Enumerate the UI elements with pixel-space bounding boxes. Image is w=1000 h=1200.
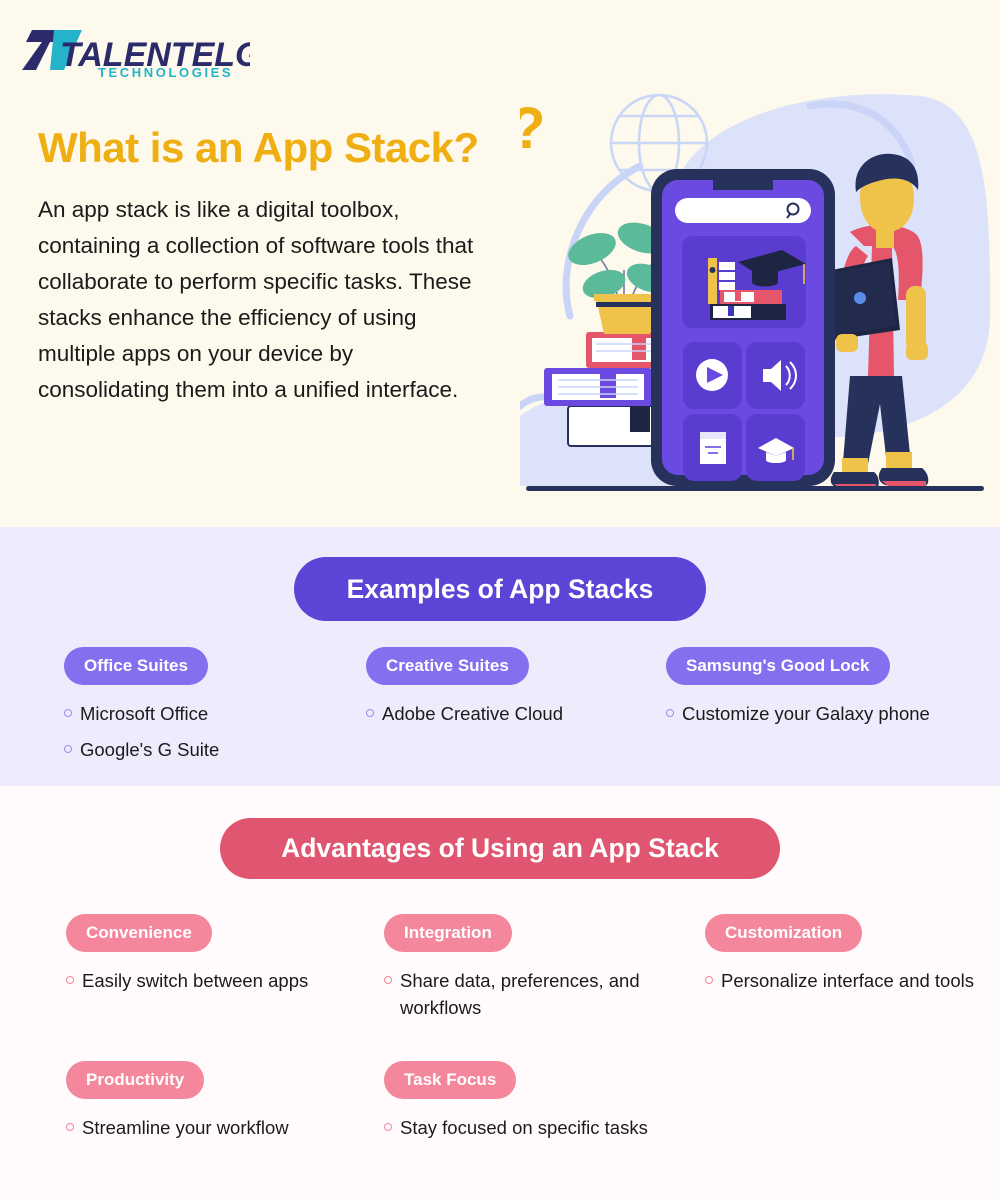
example-list-2: Customize your Galaxy phone — [666, 700, 966, 727]
advantage-column-customization: Customization Personalize interface and … — [705, 914, 995, 1003]
bullet-ring-icon — [66, 1123, 74, 1131]
advantage-label-2: Customization — [705, 914, 863, 952]
bullet-ring-icon — [666, 709, 674, 717]
logo-icon: TALENTELGIA TECHNOLOGIES — [22, 30, 295, 80]
hero-description: An app stack is like a digital toolbox, … — [38, 197, 474, 402]
page-title: What is an App Stack? — [38, 124, 479, 171]
advantage-list-3: Streamline your workflow — [66, 1114, 366, 1141]
bullet-ring-icon — [64, 745, 72, 753]
list-item-text: Personalize interface and tools — [721, 970, 974, 991]
bullet-ring-icon — [705, 976, 713, 984]
list-item: Easily switch between apps — [66, 967, 366, 994]
app-tile-play[interactable] — [683, 342, 742, 409]
search-bar[interactable] — [675, 198, 811, 223]
list-item: Personalize interface and tools — [705, 967, 995, 994]
list-item: Stay focused on specific tasks — [384, 1114, 684, 1141]
bullet-ring-icon — [366, 709, 374, 717]
app-tile-document[interactable] — [683, 414, 742, 481]
example-label-1: Creative Suites — [366, 647, 529, 685]
list-item-text: Adobe Creative Cloud — [382, 703, 563, 724]
list-item-text: Customize your Galaxy phone — [682, 703, 930, 724]
advantage-column-productivity: Productivity Streamline your workflow — [66, 1061, 366, 1150]
app-tile-speaker[interactable] — [746, 342, 805, 409]
list-item-text: Easily switch between apps — [82, 970, 309, 991]
list-item: Adobe Creative Cloud — [366, 700, 656, 727]
example-column-creative-suites: Creative Suites Adobe Creative Cloud — [366, 647, 656, 736]
brand-tagline: TECHNOLOGIES — [98, 65, 233, 78]
advantage-column-integration: Integration Share data, preferences, and… — [384, 914, 684, 1030]
featured-card[interactable] — [682, 236, 806, 328]
ground-line — [526, 486, 984, 491]
app-tile-graduation-cap[interactable] — [746, 414, 805, 481]
example-column-office-suites: Office Suites Microsoft Office Google's … — [64, 647, 354, 772]
brand-logo[interactable]: TALENTELGIA TECHNOLOGIES — [20, 22, 295, 80]
example-label-0: Office Suites — [64, 647, 208, 685]
advantage-list-4: Stay focused on specific tasks — [384, 1114, 684, 1141]
list-item-text: Streamline your workflow — [82, 1117, 289, 1138]
hero-illustration: ? — [510, 86, 990, 498]
list-item: Customize your Galaxy phone — [666, 700, 966, 727]
bullet-ring-icon — [384, 976, 392, 984]
advantage-list-0: Easily switch between apps — [66, 967, 366, 994]
smartphone — [651, 169, 835, 486]
list-item-text: Google's G Suite — [80, 739, 220, 760]
example-label-2: Samsung's Good Lock — [666, 647, 890, 685]
example-column-samsung-good-lock: Samsung's Good Lock Customize your Galax… — [666, 647, 966, 736]
advantage-column-convenience: Convenience Easily switch between apps — [66, 914, 366, 1003]
question-mark-icon: ? — [520, 96, 545, 161]
advantage-label-4: Task Focus — [384, 1061, 517, 1099]
list-item: Google's G Suite — [64, 736, 354, 763]
bullet-ring-icon — [66, 976, 74, 984]
advantage-list-2: Personalize interface and tools — [705, 967, 995, 994]
list-item-text: Microsoft Office — [80, 703, 209, 724]
list-item-text: Share data, preferences, and workflows — [400, 970, 640, 1018]
example-list-1: Adobe Creative Cloud — [366, 700, 656, 727]
advantage-label-3: Productivity — [66, 1061, 205, 1099]
advantages-heading: Advantages of Using an App Stack — [220, 818, 780, 879]
advantage-label-0: Convenience — [66, 914, 212, 952]
advantage-label-1: Integration — [384, 914, 512, 952]
bullet-ring-icon — [384, 1123, 392, 1131]
list-item-text: Stay focused on specific tasks — [400, 1117, 648, 1138]
bullet-ring-icon — [64, 709, 72, 717]
hero-section: TALENTELGIA TECHNOLOGIES What is an App … — [0, 0, 1000, 527]
examples-heading: Examples of App Stacks — [294, 557, 706, 621]
example-list-0: Microsoft Office Google's G Suite — [64, 700, 354, 763]
list-item: Share data, preferences, and workflows — [384, 967, 684, 1021]
advantage-column-task-focus: Task Focus Stay focused on specific task… — [384, 1061, 684, 1150]
advantage-list-1: Share data, preferences, and workflows — [384, 967, 684, 1021]
list-item: Microsoft Office — [64, 700, 354, 727]
list-item: Streamline your workflow — [66, 1114, 366, 1141]
